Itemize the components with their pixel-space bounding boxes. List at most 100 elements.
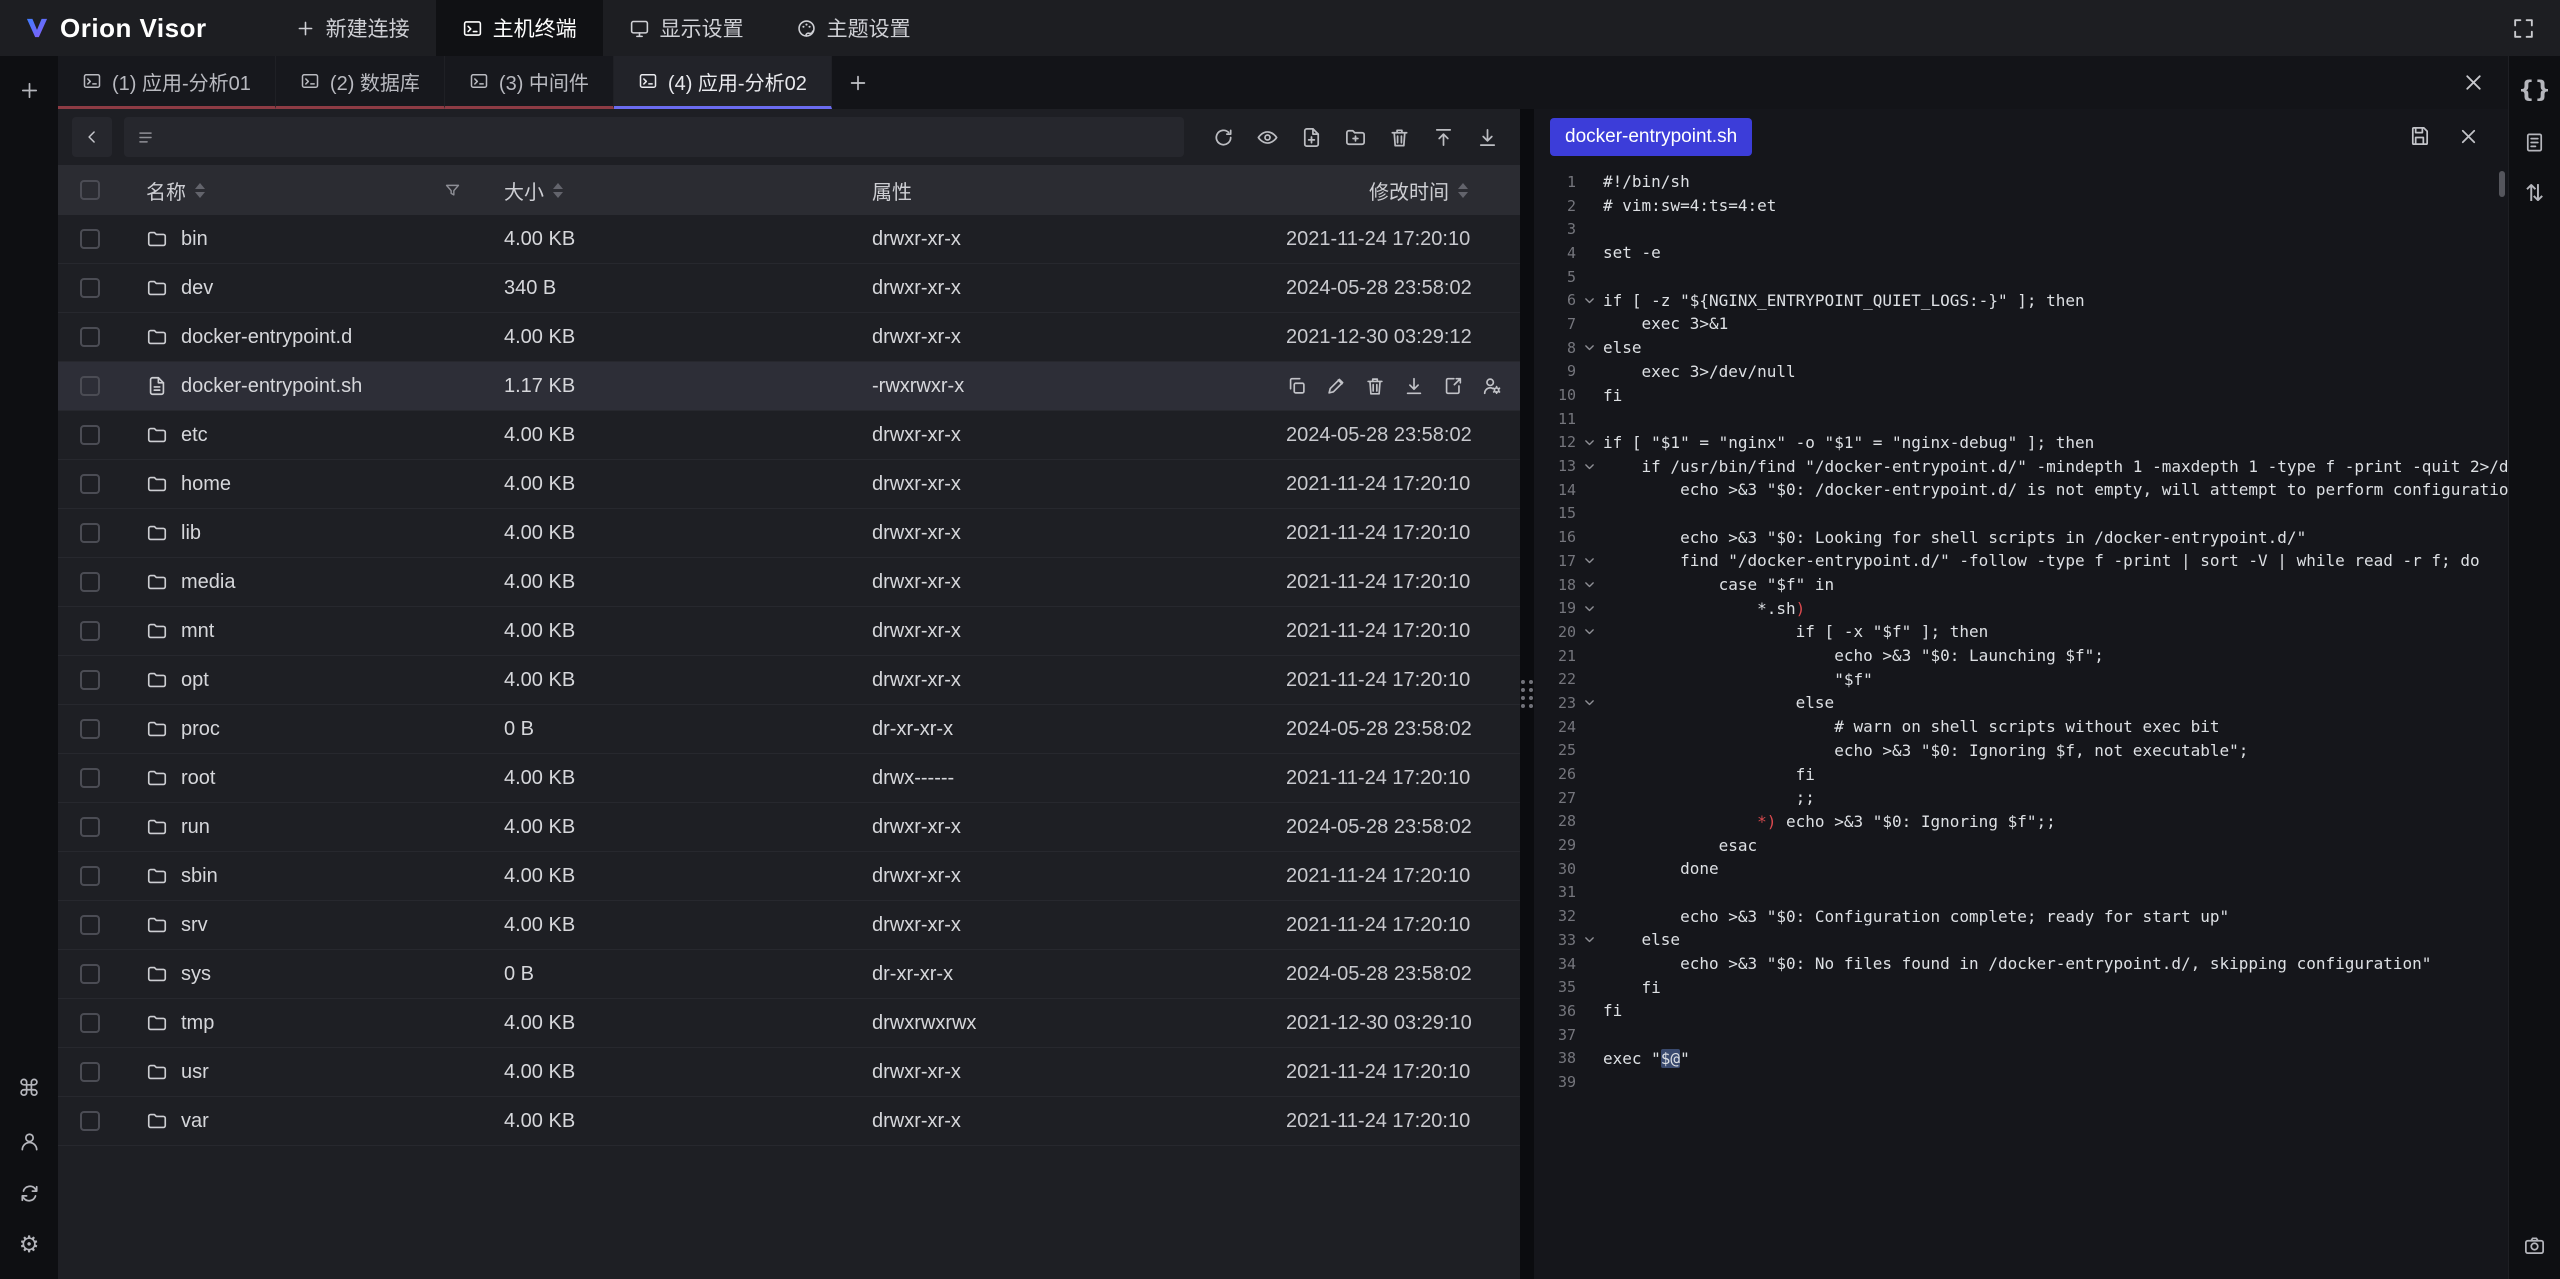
delete-button[interactable] — [1364, 375, 1386, 397]
file-row[interactable]: lib4.00 KBdrwxr-xr-x2021-11-24 17:20:10 — [58, 509, 1520, 558]
row-checkbox[interactable] — [80, 523, 100, 543]
file-row[interactable]: tmp4.00 KBdrwxrwxrwx2021-12-30 03:29:10 — [58, 999, 1520, 1048]
user-button[interactable] — [8, 1120, 50, 1162]
fold-chevron-icon[interactable] — [1576, 554, 1603, 567]
copy-button[interactable] — [1286, 375, 1308, 397]
code-line: 26 fi — [1534, 762, 2508, 786]
menu-item-1[interactable]: 新建连接 — [269, 0, 436, 56]
terminal-tab-4[interactable]: (4) 应用-分析02 — [614, 56, 832, 109]
select-all-checkbox[interactable] — [80, 180, 100, 200]
back-button[interactable] — [72, 117, 112, 157]
filter-icon[interactable] — [443, 181, 462, 200]
sort-icon[interactable] — [1458, 183, 1468, 198]
file-row[interactable]: var4.00 KBdrwxr-xr-x2021-11-24 17:20:10 — [58, 1097, 1520, 1146]
file-row[interactable]: root4.00 KBdrwx------2021-11-24 17:20:10 — [58, 754, 1520, 803]
trash-button[interactable] — [1380, 118, 1418, 156]
path-input[interactable] — [165, 126, 1172, 148]
row-checkbox[interactable] — [80, 964, 100, 984]
file-row[interactable]: srv4.00 KBdrwxr-xr-x2021-11-24 17:20:10 — [58, 901, 1520, 950]
menu-item-2[interactable]: 主机终端 — [436, 0, 603, 56]
file-row[interactable]: docker-entrypoint.d4.00 KBdrwxr-xr-x2021… — [58, 313, 1520, 362]
code-editor[interactable]: 1#!/bin/sh2# vim:sw=4:ts=4:et34set -e56i… — [1534, 164, 2508, 1279]
app-logo[interactable]: Orion Visor — [0, 13, 233, 44]
file-row[interactable]: etc4.00 KBdrwxr-xr-x2024-05-28 23:58:02 — [58, 411, 1520, 460]
file-row[interactable]: usr4.00 KBdrwxr-xr-x2021-11-24 17:20:10 — [58, 1048, 1520, 1097]
refresh-button[interactable] — [1204, 118, 1242, 156]
camera-button[interactable] — [2514, 1224, 2556, 1266]
sort-icon[interactable] — [195, 183, 205, 198]
row-checkbox[interactable] — [80, 1062, 100, 1082]
row-checkbox[interactable] — [80, 670, 100, 690]
file-row[interactable]: docker-entrypoint.sh1.17 KB-rwxrwxr-x — [58, 362, 1520, 411]
plus-button[interactable] — [8, 69, 50, 111]
file-row[interactable]: bin4.00 KBdrwxr-xr-x2021-11-24 17:20:10 — [58, 215, 1520, 264]
new-folder-button[interactable] — [1336, 118, 1374, 156]
editor-file-tab[interactable]: docker-entrypoint.sh — [1550, 118, 1752, 156]
file-row[interactable]: mnt4.00 KBdrwxr-xr-x2021-11-24 17:20:10 — [58, 607, 1520, 656]
row-checkbox[interactable] — [80, 817, 100, 837]
terminal-tab-1[interactable]: (1) 应用-分析01 — [58, 56, 276, 109]
close-panel-button[interactable] — [2452, 62, 2494, 104]
sync-button[interactable] — [8, 1172, 50, 1214]
fold-chevron-icon[interactable] — [1576, 696, 1603, 709]
row-checkbox[interactable] — [80, 425, 100, 445]
fullscreen-button[interactable] — [2502, 7, 2544, 49]
download-button[interactable] — [1468, 118, 1506, 156]
row-checkbox[interactable] — [80, 474, 100, 494]
file-row[interactable]: opt4.00 KBdrwxr-xr-x2021-11-24 17:20:10 — [58, 656, 1520, 705]
new-file-button[interactable] — [1292, 118, 1330, 156]
fold-chevron-icon[interactable] — [1576, 933, 1603, 946]
move-button[interactable] — [1442, 375, 1464, 397]
row-checkbox[interactable] — [80, 376, 100, 396]
menu-item-3[interactable]: 显示设置 — [603, 0, 770, 56]
file-row[interactable]: proc0 Bdr-xr-xr-x2024-05-28 23:58:02 — [58, 705, 1520, 754]
transfer-button[interactable]: ⇅ — [2514, 173, 2556, 215]
menu-item-4[interactable]: 主题设置 — [770, 0, 937, 56]
fold-chevron-icon[interactable] — [1576, 341, 1603, 354]
file-row[interactable]: dev340 Bdrwxr-xr-x2024-05-28 23:58:02 — [58, 264, 1520, 313]
fold-chevron-icon[interactable] — [1576, 294, 1603, 307]
row-checkbox[interactable] — [80, 621, 100, 641]
close-button[interactable] — [2457, 125, 2480, 148]
row-checkbox[interactable] — [80, 229, 100, 249]
editor-header-actions — [2408, 125, 2492, 148]
save-button[interactable] — [2408, 125, 2431, 148]
fold-chevron-icon[interactable] — [1576, 578, 1603, 591]
eye-button[interactable] — [1248, 118, 1286, 156]
file-row[interactable]: sbin4.00 KBdrwxr-xr-x2021-11-24 17:20:10 — [58, 852, 1520, 901]
sort-icon[interactable] — [553, 183, 563, 198]
fold-chevron-icon[interactable] — [1576, 602, 1603, 615]
row-checkbox[interactable] — [80, 768, 100, 788]
terminal-tab-2[interactable]: (2) 数据库 — [276, 56, 445, 109]
editor-scrollbar[interactable] — [2499, 171, 2505, 197]
fold-chevron-icon[interactable] — [1576, 460, 1603, 473]
command-button[interactable]: ⌘ — [8, 1068, 50, 1110]
fold-chevron-icon[interactable] — [1576, 625, 1603, 638]
file-row[interactable]: home4.00 KBdrwxr-xr-x2021-11-24 17:20:10 — [58, 460, 1520, 509]
panel-splitter[interactable] — [1520, 109, 1534, 1279]
row-checkbox[interactable] — [80, 915, 100, 935]
row-checkbox[interactable] — [80, 1013, 100, 1033]
file-row[interactable]: sys0 Bdr-xr-xr-x2024-05-28 23:58:02 — [58, 950, 1520, 999]
row-checkbox[interactable] — [80, 278, 100, 298]
upload-button[interactable] — [1424, 118, 1462, 156]
file-row[interactable]: run4.00 KBdrwxr-xr-x2024-05-28 23:58:02 — [58, 803, 1520, 852]
fold-chevron-icon[interactable] — [1576, 436, 1603, 449]
row-checkbox[interactable] — [80, 866, 100, 886]
row-checkbox[interactable] — [80, 719, 100, 739]
refresh-icon — [1212, 126, 1235, 149]
code-text: fi — [1603, 978, 2508, 997]
gear-button[interactable]: ⚙ — [8, 1224, 50, 1266]
braces-button[interactable]: {} — [2514, 69, 2556, 111]
edit-button[interactable] — [1325, 375, 1347, 397]
file-row[interactable]: media4.00 KBdrwxr-xr-x2021-11-24 17:20:1… — [58, 558, 1520, 607]
chmod-button[interactable] — [1481, 375, 1503, 397]
row-checkbox[interactable] — [80, 1111, 100, 1131]
download-button[interactable] — [1403, 375, 1425, 397]
row-checkbox[interactable] — [80, 572, 100, 592]
doc-button[interactable] — [2514, 121, 2556, 163]
file-name: etc — [181, 424, 208, 447]
row-checkbox[interactable] — [80, 327, 100, 347]
terminal-tab-3[interactable]: (3) 中间件 — [445, 56, 614, 109]
new-tab-button[interactable] — [832, 56, 884, 109]
